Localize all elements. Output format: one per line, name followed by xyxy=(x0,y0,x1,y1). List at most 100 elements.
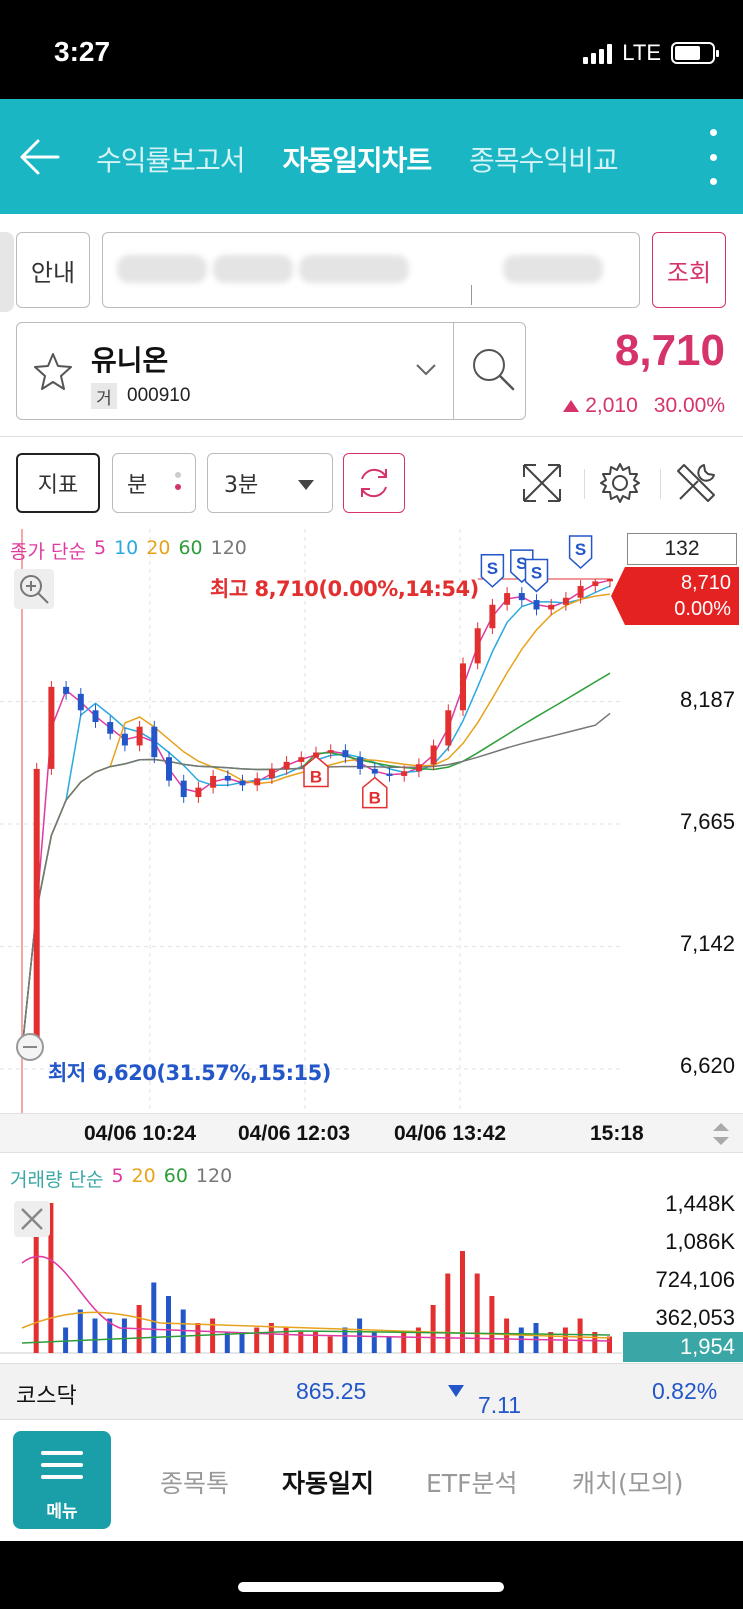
network-label: LTE xyxy=(622,40,661,65)
side-drawer-handle[interactable] xyxy=(0,232,14,312)
signal-label-5: S xyxy=(575,540,586,559)
candle-17 xyxy=(268,768,275,779)
nav-auto-journal[interactable]: 자동일지 xyxy=(282,1464,374,1500)
chart-legend: 종가 단순 5 10 20 60 120 xyxy=(10,537,247,564)
candle-19 xyxy=(298,757,305,762)
index-change: 7.11 xyxy=(478,1392,522,1418)
status-time: 3:27 xyxy=(54,36,111,67)
candle-28 xyxy=(430,745,437,765)
candle-27 xyxy=(415,764,422,772)
volume-bar-25 xyxy=(386,1336,392,1353)
back-arrow-icon[interactable] xyxy=(18,135,62,179)
volume-bar-15 xyxy=(239,1332,245,1353)
candle-33 xyxy=(504,593,511,605)
vol-legend-ma60: 60 xyxy=(163,1165,188,1187)
candle-18 xyxy=(283,761,290,769)
high-annotation: 최고 8,710(0.00%,14:54) xyxy=(210,577,479,601)
vol-y-label-4: 362,053 xyxy=(655,1305,735,1330)
candle-13 xyxy=(210,775,217,788)
stock-name: 유니온 xyxy=(91,344,169,377)
tab-stock-profit-compare[interactable]: 종목수익비교 xyxy=(469,139,619,179)
guide-button[interactable]: 안내 xyxy=(16,232,90,308)
time-axis[interactable]: 04/06 10:24 04/06 12:03 04/06 13:42 15:1… xyxy=(0,1113,743,1153)
candle-35 xyxy=(533,600,540,610)
volume-bar-4 xyxy=(77,1309,83,1353)
candle-16 xyxy=(254,778,261,786)
fullscreen-icon[interactable] xyxy=(520,461,564,505)
volume-bar-5 xyxy=(92,1318,98,1353)
tab-profit-report[interactable]: 수익률보고서 xyxy=(96,139,246,179)
home-indicator[interactable] xyxy=(238,1582,504,1592)
zoom-out-icon[interactable] xyxy=(12,1029,52,1069)
interval-label: 3분 xyxy=(224,473,259,498)
chevron-down-icon[interactable] xyxy=(415,363,437,377)
legend-prefix: 종가 단순 xyxy=(10,541,86,563)
volume-chart[interactable]: 거래량 단순 5 20 60 120 1,448K 1,086K 724,106… xyxy=(0,1153,743,1363)
query-button[interactable]: 조회 xyxy=(652,232,726,308)
x-label-4: 15:18 xyxy=(590,1122,644,1145)
close-icon[interactable] xyxy=(14,1201,50,1237)
zoom-in-icon[interactable] xyxy=(14,569,54,609)
current-volume-tag: 1,954 xyxy=(623,1332,743,1362)
current-price-tag-pct: 0.00% xyxy=(674,598,731,620)
nav-stock-talk[interactable]: 종목톡 xyxy=(160,1464,229,1500)
y-label-1: 8,187 xyxy=(679,687,735,712)
candle-36 xyxy=(548,604,555,610)
candle-22 xyxy=(342,750,349,758)
x-label-3: 04/06 13:42 xyxy=(394,1122,507,1145)
volume-legend: 거래량 단순 5 20 60 120 xyxy=(10,1165,232,1192)
indicator-button[interactable]: 지표 xyxy=(16,453,100,513)
price-chart[interactable]: BBSSSS 종가 단순 5 10 20 60 120 132 8,710 0.… xyxy=(0,529,743,1113)
nav-catch-mock[interactable]: 캐치(모의) xyxy=(572,1464,684,1500)
current-price: 8,710 xyxy=(614,326,725,375)
tab-auto-journal-chart[interactable]: 자동일지차트 xyxy=(283,139,433,179)
refresh-button[interactable] xyxy=(343,453,405,513)
bottom-nav: 메뉴 종목톡 자동일지 ETF분석 캐치(모의) xyxy=(0,1419,743,1541)
resize-handle-icon[interactable] xyxy=(711,1120,731,1148)
ma20-line xyxy=(21,593,611,1051)
market-index-bar[interactable]: 코스닥 865.25 7.11 0.82% xyxy=(0,1363,743,1419)
volume-bar-7 xyxy=(121,1318,127,1353)
unit-button[interactable]: 분 xyxy=(112,453,196,513)
volume-bar-38 xyxy=(577,1318,583,1353)
y-label-2: 7,665 xyxy=(679,809,735,834)
favorite-star-icon[interactable] xyxy=(33,351,73,391)
volume-bar-34 xyxy=(518,1327,524,1353)
candle-38 xyxy=(577,586,584,598)
index-percent: 0.82% xyxy=(652,1378,718,1404)
candle-15 xyxy=(239,780,246,786)
current-price-tag-value: 8,710 xyxy=(680,572,731,594)
legend-ma10: 10 xyxy=(114,537,139,559)
index-name: 코스닥 xyxy=(16,1384,77,1409)
y-label-4: 6,620 xyxy=(679,1053,735,1078)
gear-icon[interactable] xyxy=(598,461,642,505)
candle-24 xyxy=(371,768,378,774)
interval-select[interactable]: 3분 xyxy=(207,453,333,513)
candle-26 xyxy=(401,771,408,776)
menu-button[interactable]: 메뉴 xyxy=(13,1431,111,1529)
vol-y-label-2: 1,086K xyxy=(665,1229,735,1254)
candle-1 xyxy=(33,768,40,1051)
x-label-2: 04/06 12:03 xyxy=(238,1122,351,1145)
volume-bar-21 xyxy=(327,1336,333,1353)
status-right: LTE xyxy=(583,40,719,66)
change-percent: 30.00% xyxy=(653,394,725,417)
down-arrow-icon xyxy=(448,1385,464,1397)
stock-selector[interactable]: 유니온 거 000910 xyxy=(16,322,526,420)
chart-toolbar: 지표 분 3분 xyxy=(0,437,743,529)
candle-9 xyxy=(151,726,158,758)
candle-5 xyxy=(92,710,99,723)
price-change: 2,010 30.00% xyxy=(563,394,725,418)
volume-bar-24 xyxy=(371,1332,377,1353)
change-amount: 2,010 xyxy=(585,394,638,417)
status-bar: 3:27 LTE xyxy=(0,0,743,99)
signal-label-2: S xyxy=(487,559,498,578)
tools-icon[interactable] xyxy=(674,461,718,505)
nav-etf-analysis[interactable]: ETF분석 xyxy=(426,1464,517,1500)
search-icon[interactable] xyxy=(469,345,519,395)
header-tabs: 수익률보고서 자동일지차트 종목수익비교 xyxy=(96,139,619,179)
vol-y-label-3: 724,106 xyxy=(655,1267,735,1292)
account-selector[interactable] xyxy=(102,232,640,308)
more-menu-icon[interactable] xyxy=(703,129,723,185)
volume-bar-40 xyxy=(607,1336,612,1353)
